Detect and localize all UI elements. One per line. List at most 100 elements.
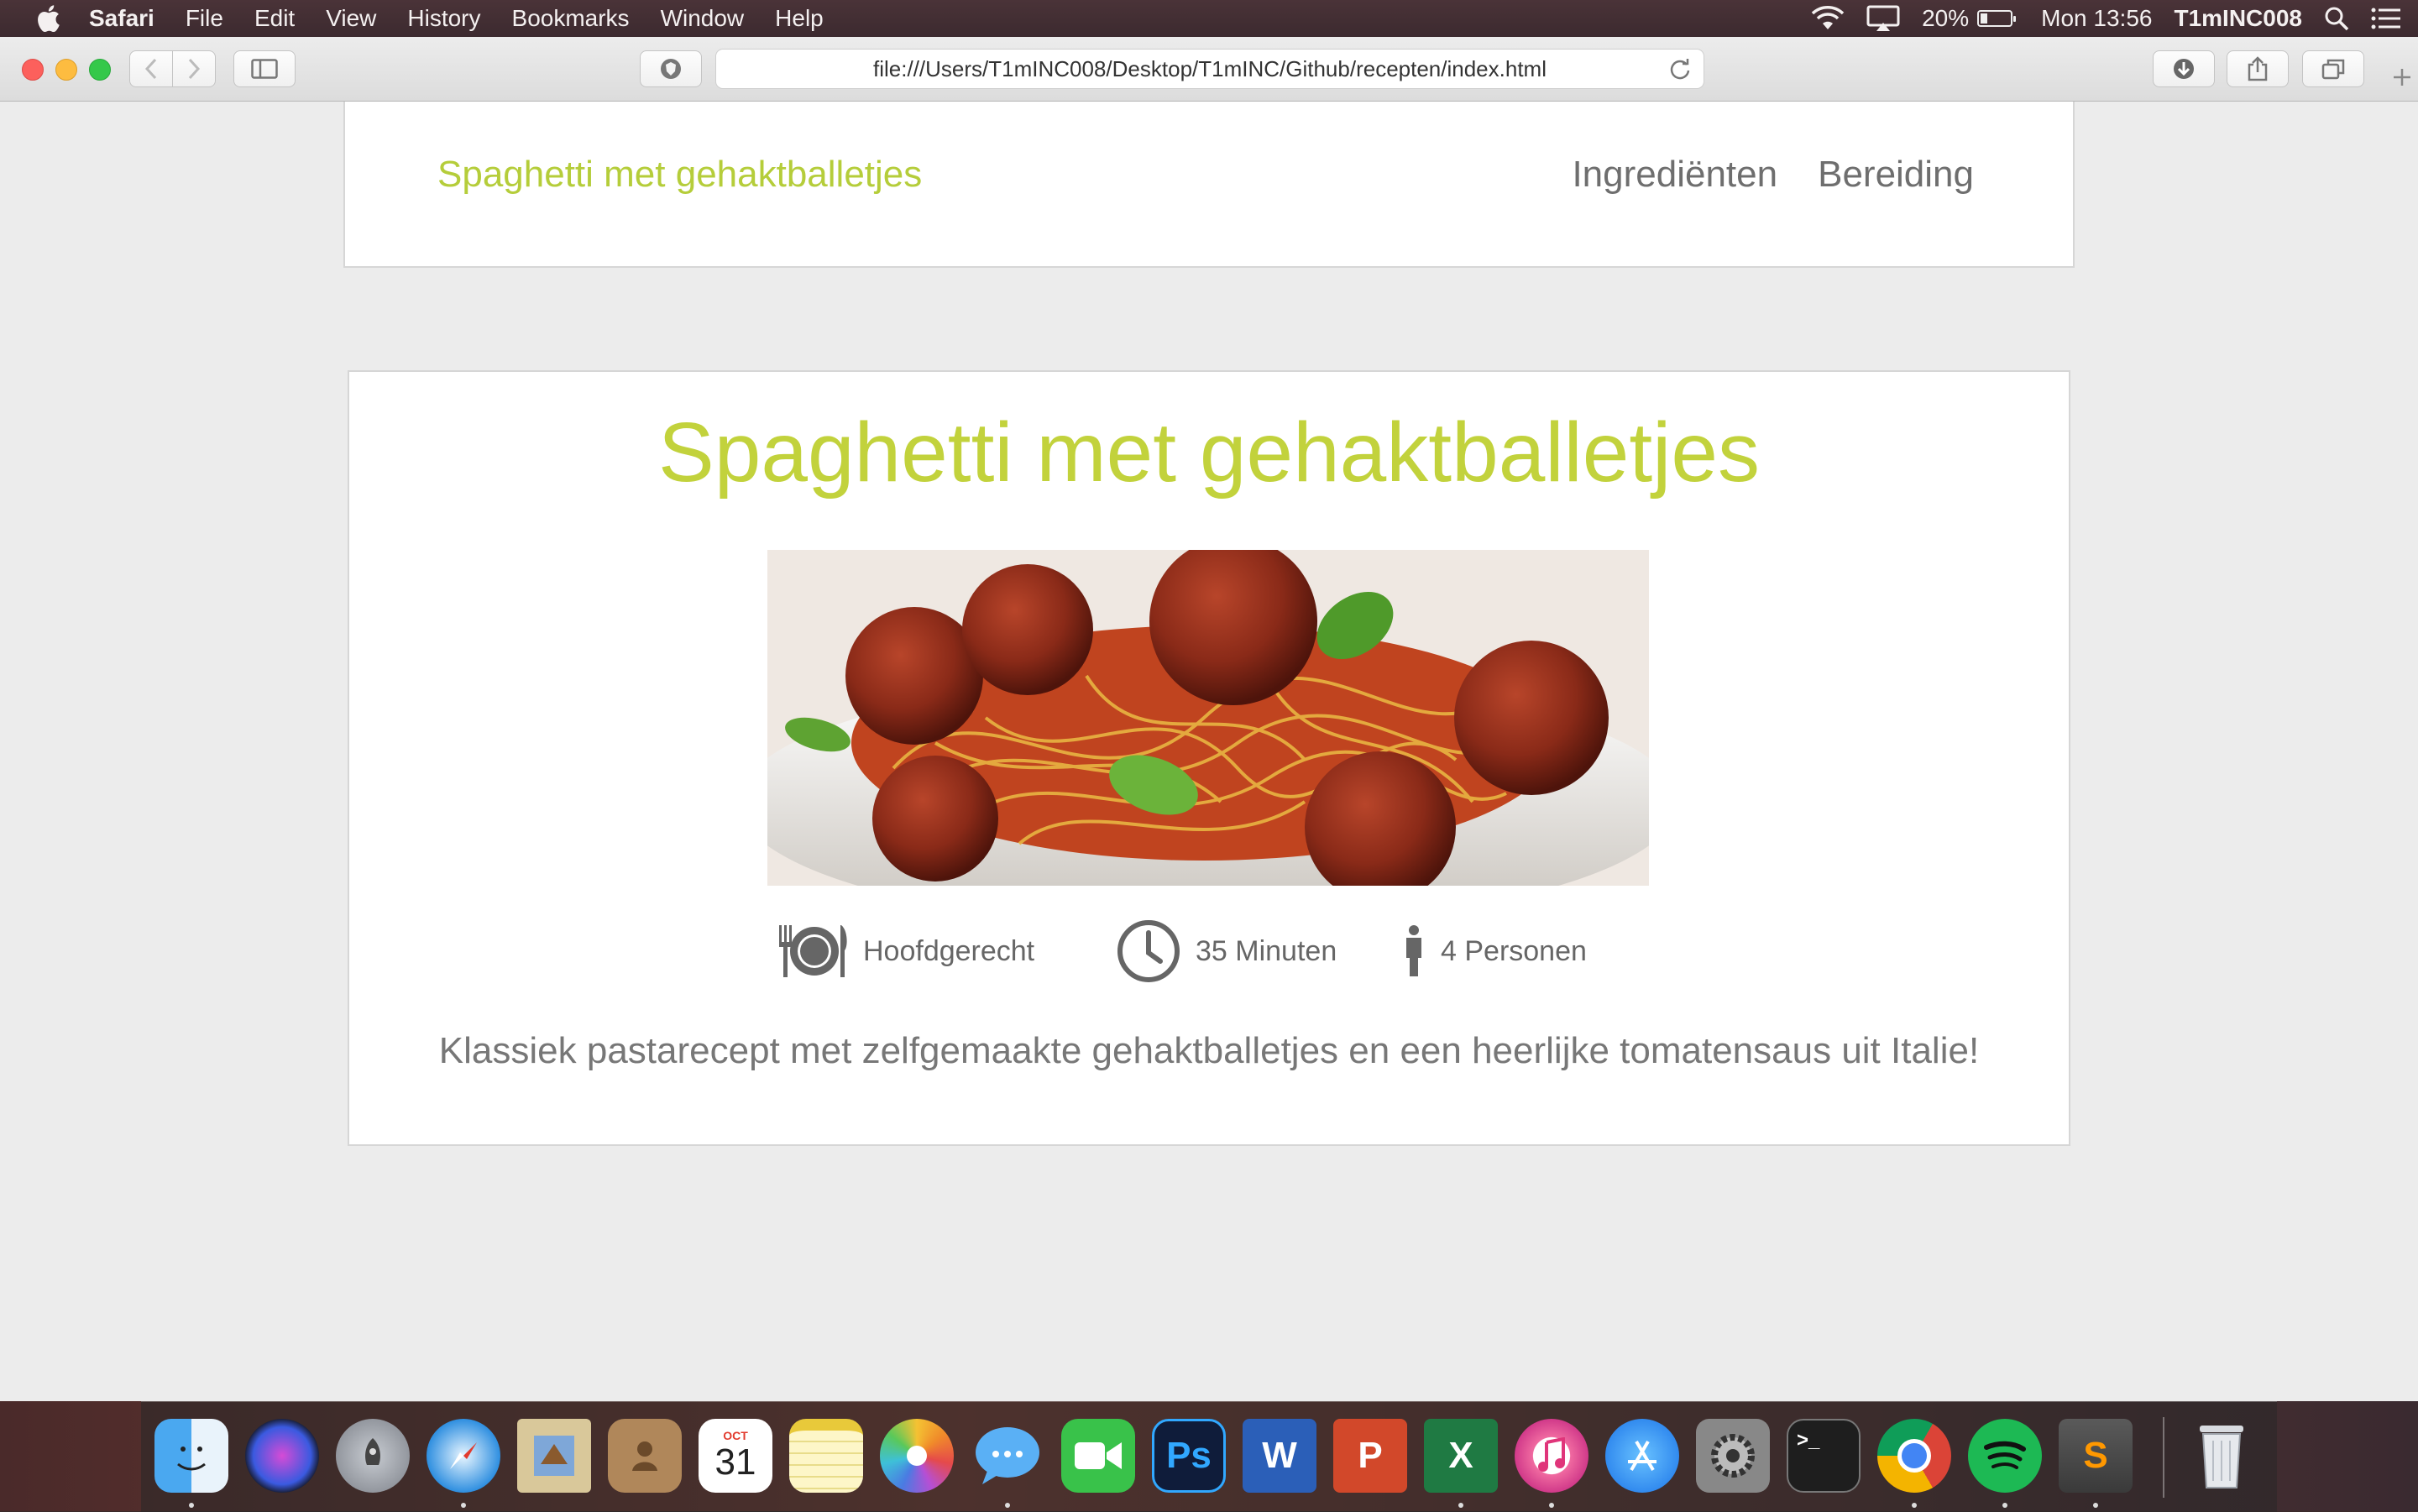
privacy-report-button[interactable] (640, 50, 702, 87)
calendar-icon[interactable]: OCT 31 (699, 1419, 772, 1493)
airplay-icon[interactable] (1866, 5, 1900, 32)
recipe-photo (767, 550, 1649, 886)
battery-percent: 20% (1922, 5, 1970, 31)
new-tab-button[interactable] (2386, 54, 2418, 101)
share-button[interactable] (2227, 50, 2289, 87)
forward-button[interactable] (172, 50, 216, 87)
window-fullscreen-button[interactable] (89, 59, 111, 81)
sublime-running-indicator (2093, 1503, 2098, 1508)
dock: OCT 31 Ps W P X >_ S (141, 1401, 2277, 1512)
excel-label: X (1448, 1435, 1473, 1476)
chrome-icon[interactable] (1877, 1419, 1951, 1493)
web-page[interactable]: Spaghetti met gehaktballetjes Ingrediënt… (0, 102, 2418, 1401)
excel-icon[interactable]: X (1424, 1419, 1498, 1493)
photos-icon[interactable] (880, 1419, 954, 1493)
notification-center-icon[interactable] (2371, 7, 2401, 30)
trash-icon[interactable] (2185, 1419, 2258, 1493)
downloads-button[interactable] (2153, 50, 2215, 87)
word-label: W (1262, 1435, 1297, 1476)
powerpoint-label: P (1358, 1435, 1383, 1476)
chrome-running-indicator (1912, 1503, 1917, 1508)
download-icon (2174, 59, 2194, 79)
mail-icon[interactable] (517, 1419, 591, 1493)
nav-ingredienten[interactable]: Ingrediënten (1572, 154, 1777, 196)
url-text[interactable]: file:///Users/T1mINC008/Desktop/T1mINC/G… (873, 56, 1547, 82)
spotlight-search-icon[interactable] (2324, 6, 2349, 31)
facetime-icon[interactable] (1061, 1419, 1135, 1493)
user-name[interactable]: T1mINC008 (2174, 5, 2302, 32)
battery-icon (1977, 10, 2017, 27)
launchpad-icon[interactable] (336, 1419, 410, 1493)
siri-icon[interactable] (245, 1419, 319, 1493)
safari-icon[interactable] (427, 1419, 500, 1493)
window-minimize-button[interactable] (55, 59, 77, 81)
back-button[interactable] (129, 50, 173, 87)
apple-menu-icon[interactable] (35, 4, 60, 33)
messages-running-indicator (1005, 1503, 1010, 1508)
battery-status[interactable]: 20% (1922, 5, 2017, 32)
meta-time: 35 Minuten (1117, 916, 1337, 986)
tab-overview-button[interactable] (2302, 50, 2364, 87)
notes-icon[interactable] (789, 1419, 863, 1493)
dock-separator (2163, 1417, 2164, 1498)
menu-window[interactable]: Window (661, 0, 745, 37)
finder-icon[interactable] (154, 1419, 228, 1493)
address-bar[interactable]: file:///Users/T1mINC008/Desktop/T1mINC/G… (715, 49, 1704, 89)
time-label: 35 Minuten (1196, 934, 1337, 967)
share-icon (2248, 56, 2268, 81)
sublime-label: S (2083, 1435, 2108, 1476)
word-icon[interactable]: W (1243, 1419, 1316, 1493)
window-close-button[interactable] (22, 59, 44, 81)
nav-bereiding[interactable]: Bereiding (1818, 154, 1974, 196)
terminal-icon[interactable]: >_ (1787, 1419, 1861, 1493)
site-header: Spaghetti met gehaktballetjes Ingrediënt… (343, 102, 2075, 268)
tabs-icon (2321, 59, 2345, 80)
itunes-icon[interactable] (1515, 1419, 1588, 1493)
menu-app-name[interactable]: Safari (89, 0, 154, 37)
terminal-label: >_ (1797, 1429, 1820, 1452)
finder-running-indicator (189, 1503, 194, 1508)
spaghetti-photo-illustration (767, 550, 1649, 886)
sidebar-icon (251, 59, 278, 79)
sidebar-toggle-button[interactable] (233, 50, 296, 87)
excel-running-indicator (1458, 1503, 1463, 1508)
app-store-icon[interactable] (1605, 1419, 1679, 1493)
spotify-icon[interactable] (1968, 1419, 2042, 1493)
clock[interactable]: Mon 13:56 (2041, 5, 2152, 32)
clock-icon (1117, 920, 1180, 982)
spotify-running-indicator (2002, 1503, 2007, 1508)
wifi-icon[interactable] (1811, 6, 1845, 31)
powerpoint-icon[interactable]: P (1333, 1419, 1407, 1493)
course-label: Hoofdgerecht (863, 934, 1035, 967)
menu-file[interactable]: File (186, 0, 223, 37)
menu-edit[interactable]: Edit (254, 0, 295, 37)
recipe-card: Spaghetti met gehaktballetjes Hoofdgerec… (348, 370, 2070, 1146)
recipe-meta: Hoofdgerecht 35 Minuten 4 Personen (349, 916, 2069, 986)
menu-history[interactable]: History (407, 0, 480, 37)
reload-icon[interactable] (1668, 58, 1692, 81)
messages-icon[interactable] (971, 1419, 1044, 1493)
person-icon (1406, 925, 1421, 976)
meta-servings: 4 Personen (1402, 916, 1587, 986)
contacts-icon[interactable] (608, 1419, 682, 1493)
safari-running-indicator (461, 1503, 466, 1508)
photoshop-label: Ps (1166, 1435, 1212, 1476)
plate-cutlery-icon (779, 925, 847, 977)
recipe-description: Klassiek pastarecept met zelfgemaakte ge… (438, 1030, 1980, 1071)
plus-icon (2394, 69, 2410, 86)
menu-bar: Safari File Edit View History Bookmarks … (0, 0, 2418, 37)
system-preferences-icon[interactable] (1696, 1419, 1770, 1493)
photoshop-icon[interactable]: Ps (1152, 1419, 1226, 1493)
menu-view[interactable]: View (326, 0, 376, 37)
browser-toolbar: file:///Users/T1mINC008/Desktop/T1mINC/G… (0, 37, 2418, 102)
menu-help[interactable]: Help (775, 0, 824, 37)
calendar-day: 31 (714, 1441, 756, 1483)
sublime-text-icon[interactable]: S (2059, 1419, 2133, 1493)
site-brand-link[interactable]: Spaghetti met gehaktballetjes (437, 154, 922, 196)
servings-label: 4 Personen (1441, 934, 1587, 967)
desktop-background: OCT 31 Ps W P X >_ S (0, 1401, 2418, 1512)
site-nav: Ingrediënten Bereiding (1531, 154, 1974, 196)
shield-icon (661, 59, 681, 79)
itunes-running-indicator (1549, 1503, 1554, 1508)
menu-bookmarks[interactable]: Bookmarks (512, 0, 630, 37)
